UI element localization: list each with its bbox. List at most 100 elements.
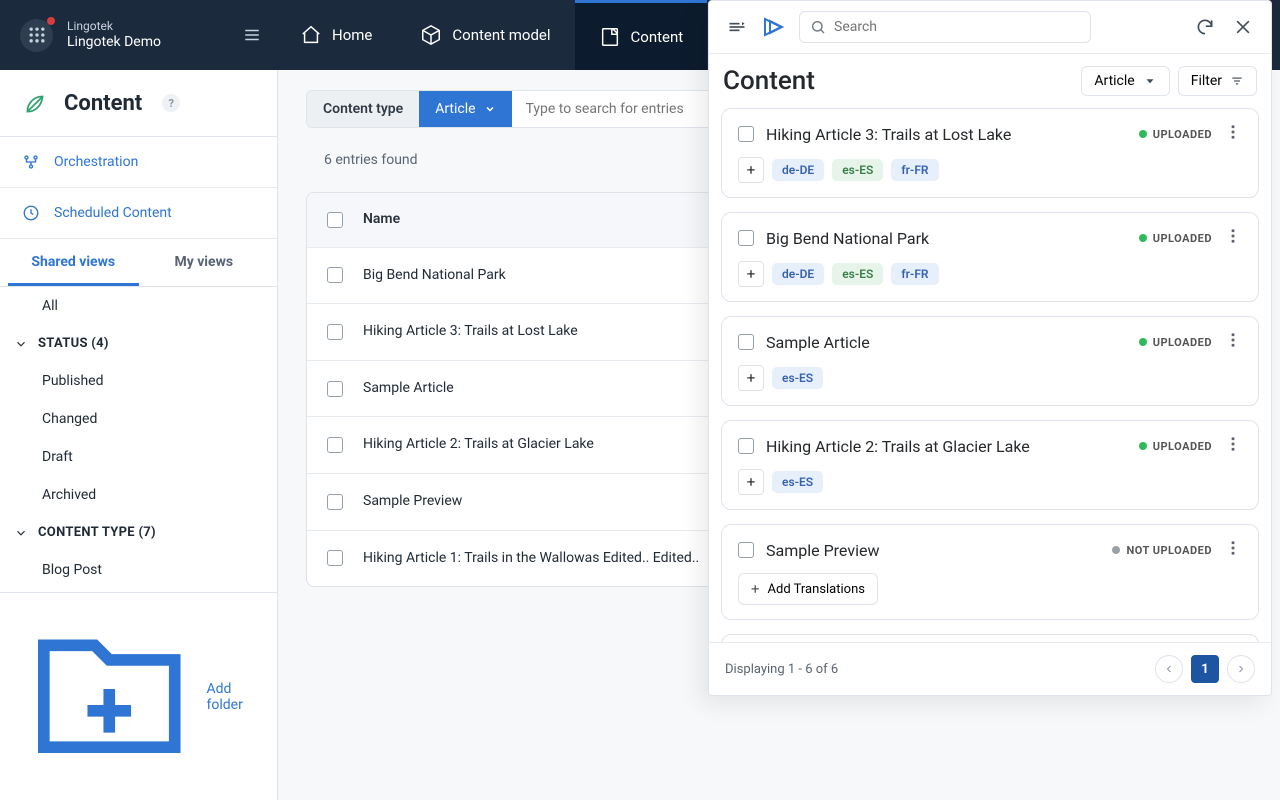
nav-label: Home: [332, 26, 372, 44]
tree-status-published[interactable]: Published: [0, 362, 277, 400]
add-locale-button[interactable]: +: [738, 261, 764, 287]
sidebar-title: Content ?: [0, 70, 277, 137]
brand: Lingotek Lingotek Demo: [0, 0, 228, 70]
tree-ct-person[interactable]: Person: [0, 589, 277, 592]
panel-search-input[interactable]: [832, 18, 1080, 36]
row-checkbox[interactable]: [327, 381, 343, 397]
folder-plus-icon: [22, 609, 197, 784]
card-checkbox[interactable]: [738, 334, 754, 350]
orchestration-link[interactable]: Orchestration: [0, 137, 277, 188]
close-button[interactable]: [1229, 13, 1257, 41]
panel-footer: Displaying 1 - 6 of 6 1: [709, 642, 1271, 695]
tab-shared-views[interactable]: Shared views: [8, 239, 139, 286]
workspace-name: Lingotek Demo: [67, 34, 161, 52]
card-menu-button[interactable]: [1224, 331, 1242, 353]
scheduled-link[interactable]: Scheduled Content: [0, 188, 277, 239]
add-locale-button[interactable]: +: [738, 469, 764, 495]
tree-head-status[interactable]: STATUS (4): [0, 325, 277, 362]
search-icon: [810, 19, 826, 35]
locale-chip[interactable]: es-ES: [772, 471, 823, 493]
card-menu-button[interactable]: [1224, 435, 1242, 457]
panel-toggle-icon[interactable]: [723, 13, 751, 41]
next-page-button[interactable]: [1227, 655, 1255, 683]
row-checkbox[interactable]: [327, 437, 343, 453]
row-checkbox[interactable]: [327, 494, 343, 510]
scheduled-label: Scheduled Content: [54, 205, 172, 221]
add-locale-button[interactable]: +: [738, 365, 764, 391]
nav-content[interactable]: Content: [575, 0, 708, 70]
locale-chip[interactable]: fr-FR: [891, 159, 938, 181]
status-head-label: STATUS (4): [38, 336, 109, 351]
locale-chip[interactable]: es-ES: [832, 159, 883, 181]
locale-chip[interactable]: es-ES: [832, 263, 883, 285]
card-title[interactable]: Sample Preview: [766, 541, 1100, 560]
product-name: Lingotek: [67, 19, 161, 34]
tree-status-changed[interactable]: Changed: [0, 400, 277, 438]
tree-head-content-type[interactable]: CONTENT TYPE (7): [0, 514, 277, 551]
add-folder-link[interactable]: Add folder: [0, 592, 277, 800]
chevron-down-icon: [14, 526, 28, 540]
card-menu-button[interactable]: [1224, 227, 1242, 249]
sidebar-toggle[interactable]: [228, 0, 276, 70]
content-icon: [599, 26, 621, 48]
card-menu-button[interactable]: [1224, 539, 1242, 561]
locale-chip[interactable]: de-DE: [772, 159, 824, 181]
nav-home[interactable]: Home: [276, 0, 396, 70]
tree-all[interactable]: All: [0, 287, 277, 325]
help-icon[interactable]: ?: [162, 94, 180, 112]
tree-status-archived[interactable]: Archived: [0, 476, 277, 514]
chevron-down-icon: [484, 103, 496, 115]
status-badge: UPLOADED: [1139, 232, 1212, 245]
add-locale-button[interactable]: +: [738, 157, 764, 183]
view-tabs: Shared views My views: [0, 239, 277, 287]
card-checkbox[interactable]: [738, 126, 754, 142]
sidebar-scroll[interactable]: All STATUS (4) Published Changed Draft A…: [0, 287, 277, 592]
app-switcher-icon[interactable]: [20, 19, 53, 52]
scope-dropdown[interactable]: Article: [1081, 66, 1169, 96]
card-title[interactable]: Sample Article: [766, 333, 1127, 352]
card-checkbox[interactable]: [738, 542, 754, 558]
panel-search-box[interactable]: [799, 11, 1091, 43]
filter-icon: [1230, 74, 1244, 88]
leaf-icon: [20, 88, 50, 118]
tree-status-draft[interactable]: Draft: [0, 438, 277, 476]
panel-card: Sample PreviewNOT UPLOADED+Add Translati…: [721, 524, 1259, 620]
prev-page-button[interactable]: [1155, 655, 1183, 683]
tab-my-views[interactable]: My views: [139, 239, 270, 286]
panel-controls: Content Article Filter: [709, 54, 1271, 108]
card-menu-button[interactable]: [1224, 123, 1242, 145]
orchestration-label: Orchestration: [54, 154, 138, 170]
card-title[interactable]: Big Bend National Park: [766, 229, 1127, 248]
row-checkbox[interactable]: [327, 267, 343, 283]
status-badge: UPLOADED: [1139, 336, 1212, 349]
page-1-button[interactable]: 1: [1191, 655, 1219, 683]
locale-chip[interactable]: es-ES: [772, 367, 823, 389]
panel-card: Sample Article UPLOADED + es-ES: [721, 316, 1259, 406]
chevron-down-icon: [14, 337, 28, 351]
nav-content-model[interactable]: Content model: [396, 0, 574, 70]
card-title[interactable]: Hiking Article 3: Trails at Lost Lake: [766, 125, 1127, 144]
caret-down-icon: [1143, 74, 1157, 88]
model-icon: [420, 24, 442, 46]
locale-chip[interactable]: de-DE: [772, 263, 824, 285]
refresh-button[interactable]: [1191, 13, 1219, 41]
filter-button[interactable]: Filter: [1178, 66, 1257, 96]
locale-chip[interactable]: fr-FR: [891, 263, 938, 285]
filter-label: Filter: [1191, 73, 1222, 89]
filter-type-label: Content type: [307, 91, 419, 127]
card-title[interactable]: Hiking Article 2: Trails at Glacier Lake: [766, 437, 1127, 456]
pager: 1: [1155, 655, 1255, 683]
panel-card: Hiking Article 1: Trails in the Wallowas…: [721, 634, 1259, 642]
row-checkbox[interactable]: [327, 550, 343, 566]
card-checkbox[interactable]: [738, 438, 754, 454]
select-all-checkbox[interactable]: [327, 212, 343, 228]
card-checkbox[interactable]: [738, 230, 754, 246]
tree-ct-blog-post[interactable]: Blog Post: [0, 551, 277, 589]
panel-card: Hiking Article 3: Trails at Lost LakeUPL…: [721, 108, 1259, 198]
panel-card: Big Bend National Park UPLOADED + de-DE es-E…: [721, 212, 1259, 302]
add-translations-button[interactable]: +Add Translations: [738, 573, 878, 605]
row-checkbox[interactable]: [327, 324, 343, 340]
panel-body[interactable]: Hiking Article 3: Trails at Lost Lake UPL…: [709, 108, 1271, 642]
filter-value-button[interactable]: Article: [419, 91, 511, 127]
nav-label: Content: [631, 28, 684, 46]
